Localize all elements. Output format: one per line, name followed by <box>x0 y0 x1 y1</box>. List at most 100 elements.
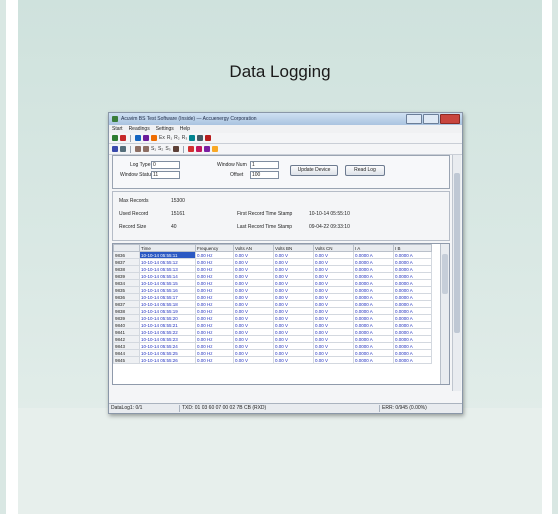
table-row[interactable]: 9842 10-10-14 05:55:23 0.00 Hz 0.00 V 0.00 V… <box>113 335 432 343</box>
table-cell[interactable]: 0.0000 A <box>393 300 432 308</box>
table-cell[interactable]: 0.00 V <box>313 349 354 357</box>
table-cell[interactable]: 0.0000 A <box>393 342 432 350</box>
table-cell[interactable]: 0.00 V <box>313 265 354 273</box>
table-cell[interactable]: 0.00 V <box>313 356 354 364</box>
table-cell[interactable]: 0.00 V <box>233 251 274 259</box>
title-bar[interactable]: Acuvim BS Test Software (Inside) — Accue… <box>109 113 462 125</box>
table-cell[interactable]: 0.00 V <box>313 307 354 315</box>
table-cell[interactable]: 0.00 V <box>273 349 314 357</box>
table-cell[interactable]: 10-10-14 05:55:23 <box>139 335 196 343</box>
table-row[interactable]: 9835 10-10-14 05:55:16 0.00 Hz 0.00 V 0.00 V… <box>113 286 432 294</box>
table-cell[interactable]: 0.0000 A <box>353 258 394 266</box>
table-cell[interactable]: 0.0000 A <box>393 314 432 322</box>
table-cell[interactable]: 0.00 V <box>273 328 314 336</box>
toolbar-s2-button[interactable]: S₂ <box>158 146 163 152</box>
table-cell[interactable]: 0.00 V <box>273 279 314 287</box>
table-cell[interactable]: 10-10-14 05:55:15 <box>139 279 196 287</box>
table-cell[interactable]: 10-10-14 05:55:26 <box>139 356 196 364</box>
table-row[interactable]: 9837 10-10-14 05:55:18 0.00 Hz 0.00 V 0.00 V… <box>113 300 432 308</box>
table-row[interactable]: 9840 10-10-14 05:55:21 0.00 Hz 0.00 V 0.00 V… <box>113 321 432 329</box>
demand-icon[interactable] <box>189 135 196 141</box>
menu-start[interactable]: Start <box>112 126 123 132</box>
table-cell[interactable]: 0.00 V <box>233 279 274 287</box>
table-cell[interactable]: 10-10-14 05:55:20 <box>139 314 196 322</box>
table-cell[interactable]: 0.00 Hz <box>195 356 234 364</box>
table-cell[interactable]: 0.00 Hz <box>195 272 234 280</box>
table-cell[interactable]: 0.00 V <box>273 258 314 266</box>
table-cell[interactable]: 0.00 Hz <box>195 300 234 308</box>
row-id-cell[interactable]: 9836 <box>113 293 140 301</box>
report-icon[interactable] <box>172 146 179 152</box>
table-cell[interactable]: 0.0000 A <box>353 286 394 294</box>
table-cell[interactable]: 10-10-14 05:55:14 <box>139 272 196 280</box>
table-cell[interactable]: 0.0000 A <box>353 265 394 273</box>
table-cell[interactable]: 0.00 V <box>313 286 354 294</box>
row-id-cell[interactable]: 9841 <box>113 328 140 336</box>
row-id-cell[interactable]: 9844 <box>113 349 140 357</box>
table-cell[interactable]: 0.00 V <box>273 342 314 350</box>
table-cell[interactable]: 0.0000 A <box>353 300 394 308</box>
table-cell[interactable]: 0.0000 A <box>393 286 432 294</box>
log-type-input[interactable]: 0 <box>151 161 180 169</box>
table-cell[interactable]: 0.00 V <box>273 300 314 308</box>
table-row[interactable]: 9844 10-10-14 05:55:25 0.00 Hz 0.00 V 0.00 V… <box>113 349 432 357</box>
table-cell[interactable]: 0.00 Hz <box>195 335 234 343</box>
table-cell[interactable]: 0.00 V <box>313 328 354 336</box>
column-header[interactable]: I B <box>393 244 432 252</box>
table-cell[interactable]: 0.00 V <box>273 293 314 301</box>
energy-icon[interactable] <box>151 135 157 141</box>
table-cell[interactable]: 0.00 V <box>233 328 274 336</box>
table-cell[interactable]: 0.0000 A <box>353 349 394 357</box>
table-cell[interactable]: 0.00 V <box>313 300 354 308</box>
table-cell[interactable]: 0.00 V <box>233 300 274 308</box>
table-cell[interactable]: 0.0000 A <box>393 321 432 329</box>
table-cell[interactable]: 0.00 Hz <box>195 265 234 273</box>
offset-input[interactable]: 100 <box>250 171 279 179</box>
table-row[interactable]: 9839 10-10-14 05:55:14 0.00 Hz 0.00 V 0.00 V… <box>113 272 432 280</box>
row-id-cell[interactable]: 9836 <box>113 251 140 259</box>
table-cell[interactable]: 0.00 V <box>313 342 354 350</box>
update-device-button[interactable]: Update Device <box>290 165 338 176</box>
column-header[interactable]: Volts AN <box>233 244 274 252</box>
column-header[interactable]: Volts BN <box>273 244 314 252</box>
row-id-cell[interactable]: 9839 <box>113 272 140 280</box>
table-cell[interactable]: 0.00 V <box>233 349 274 357</box>
power-icon[interactable] <box>143 135 149 141</box>
table-cell[interactable]: 0.00 V <box>273 314 314 322</box>
grid-scroll-thumb[interactable] <box>442 254 448 294</box>
toolbar-r3-button[interactable]: R₃ <box>182 135 188 141</box>
row-id-cell[interactable]: 9845 <box>113 356 140 364</box>
table-row[interactable]: 9837 10-10-14 05:55:12 0.00 Hz 0.00 V 0.00 V… <box>113 258 432 266</box>
maximize-button[interactable] <box>423 114 439 124</box>
table-cell[interactable]: 0.0000 A <box>393 251 432 259</box>
table-cell[interactable]: 0.0000 A <box>353 272 394 280</box>
toolbar-s3-button[interactable]: S₃ <box>165 146 170 152</box>
table-cell[interactable]: 0.0000 A <box>393 307 432 315</box>
table-cell[interactable]: 0.0000 A <box>393 279 432 287</box>
table-cell[interactable]: 0.0000 A <box>353 307 394 315</box>
column-header[interactable]: I A <box>353 244 394 252</box>
table-cell[interactable]: 0.00 V <box>273 356 314 364</box>
table-cell[interactable]: 0.0000 A <box>393 356 432 364</box>
read-log-button[interactable]: Read Log <box>345 165 385 176</box>
table-cell[interactable]: 10-10-14 05:55:16 <box>139 286 196 294</box>
table-cell[interactable]: 0.00 Hz <box>195 258 234 266</box>
table-cell[interactable]: 0.0000 A <box>393 349 432 357</box>
column-header[interactable]: Volts CN <box>313 244 354 252</box>
table-cell[interactable]: 0.00 Hz <box>195 279 234 287</box>
table-row[interactable]: 9836 10-10-14 05:55:17 0.00 Hz 0.00 V 0.00 V… <box>113 293 432 301</box>
table-cell[interactable]: 0.00 V <box>233 321 274 329</box>
table-row[interactable]: 9841 10-10-14 05:55:22 0.00 Hz 0.00 V 0.00 V… <box>113 328 432 336</box>
table-cell[interactable]: 10-10-14 05:55:22 <box>139 328 196 336</box>
table-row[interactable]: 9839 10-10-14 05:55:20 0.00 Hz 0.00 V 0.00 V… <box>113 314 432 322</box>
table-cell[interactable]: 0.00 V <box>233 272 274 280</box>
table-cell[interactable]: 10-10-14 05:55:24 <box>139 342 196 350</box>
table-cell[interactable]: 0.0000 A <box>353 279 394 287</box>
row-id-cell[interactable]: 9838 <box>113 307 140 315</box>
table-cell[interactable]: 0.00 V <box>273 335 314 343</box>
table-cell[interactable]: 0.0000 A <box>353 314 394 322</box>
minimize-button[interactable] <box>406 114 422 124</box>
close-button[interactable] <box>440 114 460 124</box>
monitor-icon[interactable] <box>112 146 118 152</box>
table-cell[interactable]: 0.00 Hz <box>195 328 234 336</box>
